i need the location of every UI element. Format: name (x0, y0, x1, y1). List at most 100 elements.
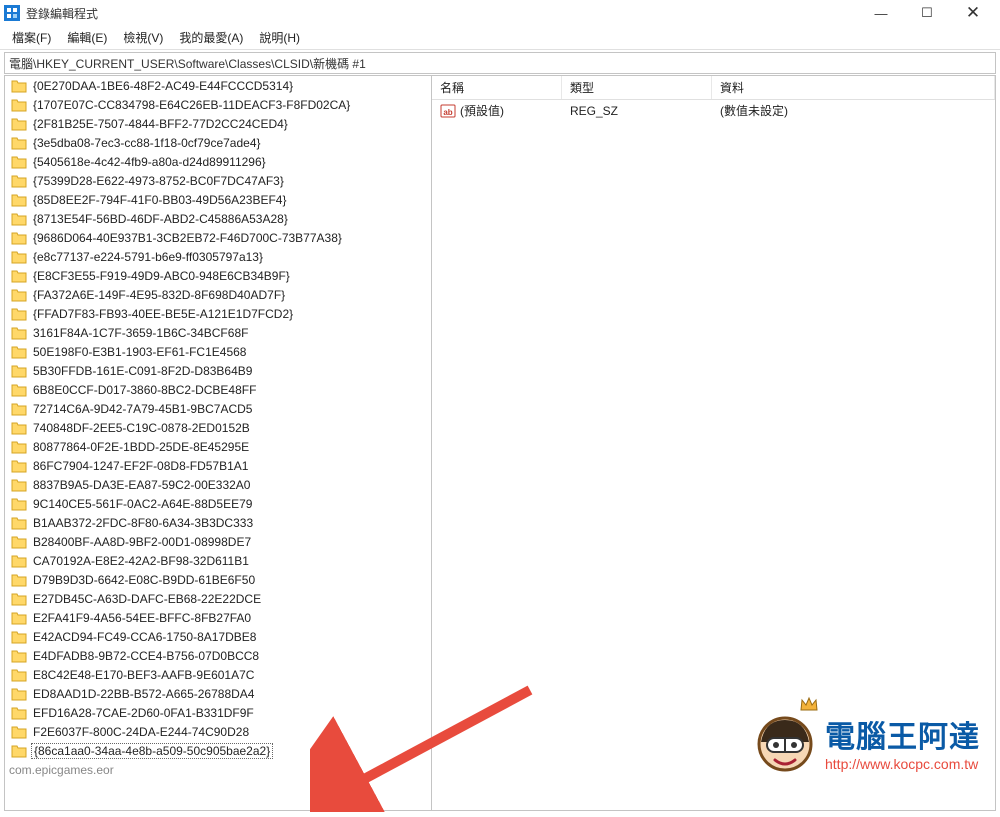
folder-icon (11, 155, 27, 169)
tree-label: E8C42E48-E170-BEF3-AAFB-9E601A7C (31, 668, 256, 682)
tree-item[interactable]: D79B9D3D-6642-E08C-B9DD-61BE6F50 (5, 570, 431, 589)
string-value-icon: ab (440, 103, 456, 119)
tree-item[interactable]: {2F81B25E-7507-4844-BFF2-77D2CC24CED4} (5, 114, 431, 133)
tree-item[interactable]: 6B8E0CCF-D017-3860-8BC2-DCBE48FF (5, 380, 431, 399)
tree-label-editing[interactable]: {86ca1aa0-34aa-4e8b-a509-50c905bae2a2} (31, 743, 273, 759)
value-row[interactable]: ab (預設值) REG_SZ (數值未設定) (432, 100, 995, 121)
folder-icon (11, 668, 27, 682)
tree-label: 80877864-0F2E-1BDD-25DE-8E45295E (31, 440, 251, 454)
tree-item[interactable]: CA70192A-E8E2-42A2-BF98-32D611B1 (5, 551, 431, 570)
folder-icon (11, 174, 27, 188)
folder-icon (11, 212, 27, 226)
address-bar[interactable]: 電腦\HKEY_CURRENT_USER\Software\Classes\CL… (4, 52, 996, 74)
tree-item[interactable]: B1AAB372-2FDC-8F80-6A34-3B3DC333 (5, 513, 431, 532)
value-data: (數值未設定) (712, 102, 995, 119)
tree-item[interactable]: 72714C6A-9D42-7A79-45B1-9BC7ACD5 (5, 399, 431, 418)
tree-item[interactable]: F2E6037F-800C-24DA-E244-74C90D28 (5, 722, 431, 741)
tree-label: {3e5dba08-7ec3-cc88-1f18-0cf79ce7ade4} (31, 136, 263, 150)
tree-label: 3161F84A-1C7F-3659-1B6C-34BCF68F (31, 326, 250, 340)
tree-item[interactable]: {e8c77137-e224-5791-b6e9-ff0305797a13} (5, 247, 431, 266)
tree-label: {8713E54F-56BD-46DF-ABD2-C45886A53A28} (31, 212, 290, 226)
folder-icon (11, 592, 27, 606)
tree-item[interactable]: {FFAD7F83-FB93-40EE-BE5E-A121E1D7FCD2} (5, 304, 431, 323)
menu-file[interactable]: 檔案(F) (4, 27, 59, 48)
tree-item[interactable]: EFD16A28-7CAE-2D60-0FA1-B331DF9F (5, 703, 431, 722)
folder-icon (11, 136, 27, 150)
tree-label: 9C140CE5-561F-0AC2-A64E-88D5EE79 (31, 497, 254, 511)
tree-item[interactable]: E42ACD94-FC49-CCA6-1750-8A17DBE8 (5, 627, 431, 646)
folder-icon (11, 459, 27, 473)
column-name[interactable]: 名稱 (432, 76, 562, 99)
menu-help[interactable]: 說明(H) (251, 27, 308, 48)
tree-item[interactable]: {FA372A6E-149F-4E95-832D-8F698D40AD7F} (5, 285, 431, 304)
tree-item[interactable]: {0E270DAA-1BE6-48F2-AC49-E44FCCCD5314} (5, 76, 431, 95)
tree-item[interactable]: {85D8EE2F-794F-41F0-BB03-49D56A23BEF4} (5, 190, 431, 209)
tree-item[interactable]: 740848DF-2EE5-C19C-0878-2ED0152B (5, 418, 431, 437)
tree-item[interactable]: E27DB45C-A63D-DAFC-EB68-22E22DCE (5, 589, 431, 608)
tree-item[interactable]: ED8AAD1D-22BB-B572-A665-26788DA4 (5, 684, 431, 703)
tree-label: {2F81B25E-7507-4844-BFF2-77D2CC24CED4} (31, 117, 290, 131)
values-panel: 名稱 類型 資料 ab (預設值) REG_SZ (數值未設定) (432, 75, 996, 811)
folder-icon (11, 345, 27, 359)
tree-item[interactable]: E8C42E48-E170-BEF3-AAFB-9E601A7C (5, 665, 431, 684)
tree-item[interactable]: E4DFADB8-9B72-CCE4-B756-07D0BCC8 (5, 646, 431, 665)
tree-label: F2E6037F-800C-24DA-E244-74C90D28 (31, 725, 251, 739)
folder-icon (11, 535, 27, 549)
folder-icon (11, 288, 27, 302)
tree-item[interactable]: 80877864-0F2E-1BDD-25DE-8E45295E (5, 437, 431, 456)
folder-icon (11, 269, 27, 283)
tree-item[interactable]: {3e5dba08-7ec3-cc88-1f18-0cf79ce7ade4} (5, 133, 431, 152)
values-header: 名稱 類型 資料 (432, 76, 995, 100)
maximize-button[interactable]: ☐ (904, 0, 950, 26)
folder-icon (11, 421, 27, 435)
tree-label: 86FC7904-1247-EF2F-08D8-FD57B1A1 (31, 459, 250, 473)
menu-bar: 檔案(F) 編輯(E) 檢視(V) 我的最愛(A) 說明(H) (0, 26, 1000, 50)
folder-icon (11, 383, 27, 397)
tree-label: {e8c77137-e224-5791-b6e9-ff0305797a13} (31, 250, 265, 264)
tree-label: {0E270DAA-1BE6-48F2-AC49-E44FCCCD5314} (31, 79, 295, 93)
folder-icon (11, 554, 27, 568)
menu-favorites[interactable]: 我的最愛(A) (171, 27, 251, 48)
tree-label: EFD16A28-7CAE-2D60-0FA1-B331DF9F (31, 706, 256, 720)
column-data[interactable]: 資料 (712, 76, 995, 99)
content-area: {0E270DAA-1BE6-48F2-AC49-E44FCCCD5314} {1… (4, 75, 996, 811)
column-type[interactable]: 類型 (562, 76, 712, 99)
tree-item[interactable]: 3161F84A-1C7F-3659-1B6C-34BCF68F (5, 323, 431, 342)
tree-item[interactable]: B28400BF-AA8D-9BF2-00D1-08998DE7 (5, 532, 431, 551)
tree-label: B28400BF-AA8D-9BF2-00D1-08998DE7 (31, 535, 253, 549)
menu-view[interactable]: 檢視(V) (115, 27, 171, 48)
tree-item[interactable]: 5B30FFDB-161E-C091-8F2D-D83B64B9 (5, 361, 431, 380)
tree-item[interactable]: {E8CF3E55-F919-49D9-ABC0-948E6CB34B9F} (5, 266, 431, 285)
folder-icon (11, 687, 27, 701)
tree-item[interactable]: {75399D28-E622-4973-8752-BC0F7DC47AF3} (5, 171, 431, 190)
folder-icon (11, 630, 27, 644)
minimize-button[interactable]: — (858, 0, 904, 26)
tree-item-editing[interactable]: {86ca1aa0-34aa-4e8b-a509-50c905bae2a2} (5, 741, 431, 760)
tree-item[interactable]: 8837B9A5-DA3E-EA87-59C2-00E332A0 (5, 475, 431, 494)
folder-icon (11, 402, 27, 416)
tree-label: {E8CF3E55-F919-49D9-ABC0-948E6CB34B9F} (31, 269, 292, 283)
folder-icon (11, 307, 27, 321)
folder-icon (11, 326, 27, 340)
tree-label: 72714C6A-9D42-7A79-45B1-9BC7ACD5 (31, 402, 254, 416)
tree-item[interactable]: {1707E07C-CC834798-E64C26EB-11DEACF3-F8F… (5, 95, 431, 114)
menu-edit[interactable]: 編輯(E) (59, 27, 115, 48)
tree-label: com.epicgames.eor (7, 763, 116, 777)
address-path: 電腦\HKEY_CURRENT_USER\Software\Classes\CL… (9, 55, 366, 72)
tree-item[interactable]: {9686D064-40E937B1-3CB2EB72-F46D700C-73B… (5, 228, 431, 247)
tree-item[interactable]: 9C140CE5-561F-0AC2-A64E-88D5EE79 (5, 494, 431, 513)
tree-scroll[interactable]: {0E270DAA-1BE6-48F2-AC49-E44FCCCD5314} {1… (5, 76, 431, 810)
tree-label: E42ACD94-FC49-CCA6-1750-8A17DBE8 (31, 630, 258, 644)
tree-item[interactable]: E2FA41F9-4A56-54EE-BFFC-8FB27FA0 (5, 608, 431, 627)
tree-item[interactable]: 86FC7904-1247-EF2F-08D8-FD57B1A1 (5, 456, 431, 475)
folder-icon (11, 193, 27, 207)
folder-icon (11, 706, 27, 720)
tree-item[interactable]: 50E198F0-E3B1-1903-EF61-FC1E4568 (5, 342, 431, 361)
tree-label: {85D8EE2F-794F-41F0-BB03-49D56A23BEF4} (31, 193, 288, 207)
close-button[interactable]: ✕ (950, 0, 996, 26)
tree-item[interactable]: {8713E54F-56BD-46DF-ABD2-C45886A53A28} (5, 209, 431, 228)
tree-item[interactable]: {5405618e-4c42-4fb9-a80a-d24d89911296} (5, 152, 431, 171)
value-name-cell: ab (預設值) (432, 102, 562, 119)
tree-label: {9686D064-40E937B1-3CB2EB72-F46D700C-73B… (31, 231, 344, 245)
tree-item[interactable]: com.epicgames.eor (5, 760, 431, 779)
